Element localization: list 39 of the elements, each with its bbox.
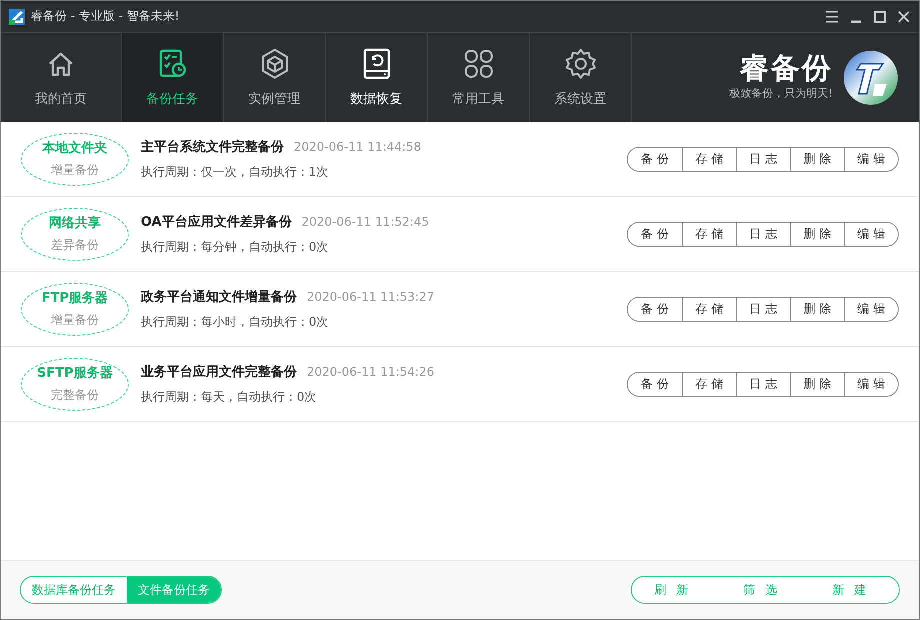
action-button[interactable]: 编辑 [844,298,898,320]
backup-type: 增量备份 [51,312,99,329]
task-name: 业务平台应用文件完整备份 [141,364,297,380]
nav-tab[interactable]: 实例管理 [224,33,326,122]
task-time: 2020-06-11 11:54:26 [307,364,434,378]
nav-tab[interactable]: 备份任务 [122,33,224,122]
action-button[interactable]: 编辑 [844,222,898,246]
task-schedule: 执行周期：每小时，自动执行：0次 [141,314,330,330]
source-label: SFTP服务器 [37,365,113,382]
backup-type: 完整备份 [51,387,99,404]
task-schedule: 执行周期：每天，自动执行：0次 [141,388,318,406]
task-time: 2020-06-11 11:52:45 [302,214,430,228]
task-name: OA平台应用文件差异备份 [141,214,292,230]
source-label: 本地文件夹 [42,140,108,157]
task-schedule: 执行周期：每分钟，自动执行：0次 [141,238,330,256]
source-label: FTP服务器 [42,290,108,307]
app-logo-icon [9,8,25,24]
task-name: 主平台系统文件完整备份 [141,138,284,156]
action-button[interactable]: 编辑 [844,148,898,170]
nav-tab[interactable]: 常用工具 [428,33,530,122]
brand-name: 睿备份 [740,54,833,83]
backup-type: 差异备份 [51,237,99,254]
task-time: 2020-06-11 11:53:27 [307,290,434,304]
maximize-icon[interactable] [873,10,887,24]
close-icon[interactable] [897,10,911,24]
menu-icon[interactable] [825,10,839,24]
nav-tab[interactable]: 系统设置 [530,33,632,122]
source-label: 网络共享 [49,214,101,232]
brand-logo-icon [843,50,899,106]
task-schedule: 执行周期：仅一次，自动执行：1次 [141,164,330,180]
backup-type: 增量备份 [51,162,99,179]
task-time: 2020-06-11 11:44:58 [294,140,422,154]
nav-tab[interactable]: 数据恢复 [326,33,428,122]
brand-slogan: 极致备份，只为明天! [730,86,833,101]
grid-icon [462,48,494,80]
window-title: 睿备份 - 专业版 - 智备未来! [31,8,181,25]
settings-icon [564,48,596,80]
action-button[interactable]: 编辑 [844,372,898,396]
task-name: 政务平台通知文件增量备份 [141,288,297,306]
